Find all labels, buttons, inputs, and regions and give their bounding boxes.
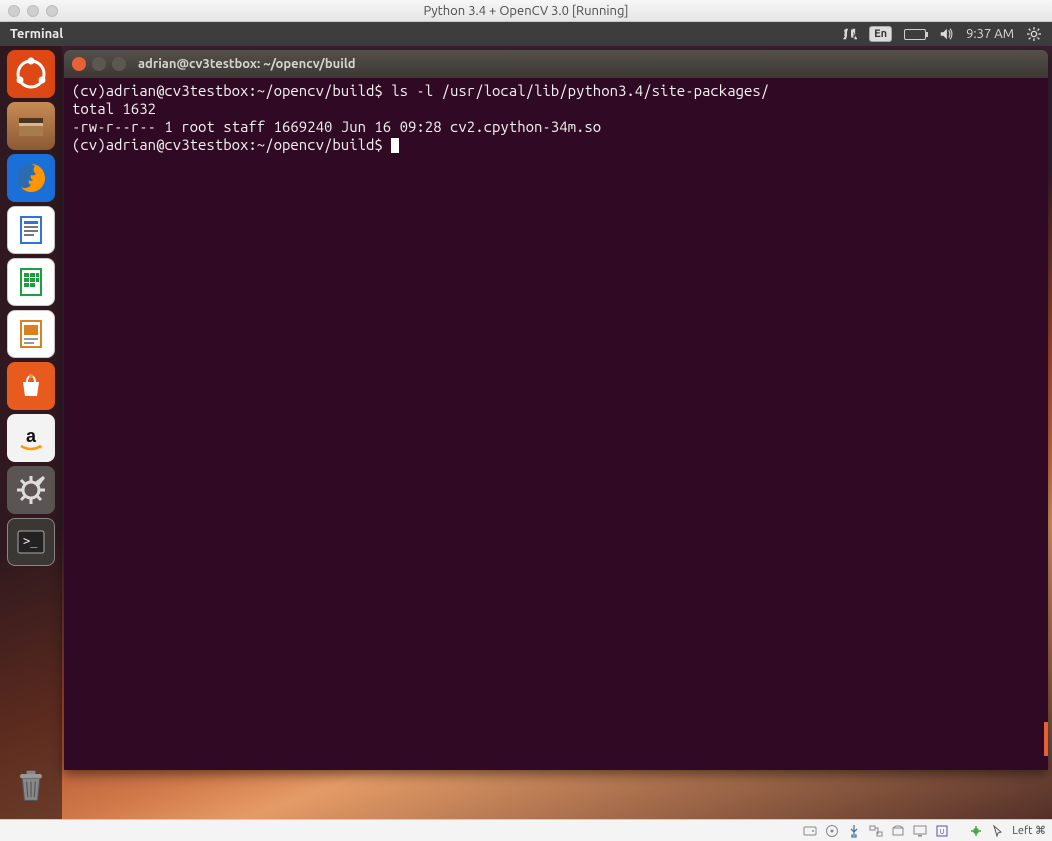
terminal-window[interactable]: adrian@cv3testbox: ~/opencv/build (cv)ad…: [64, 50, 1048, 770]
terminal-maximize-icon[interactable]: [112, 57, 126, 71]
terminal-close-icon[interactable]: [72, 57, 86, 71]
launcher-software[interactable]: [7, 362, 55, 410]
vm-net-icon[interactable]: [868, 823, 884, 839]
vm-shared-icon[interactable]: [890, 823, 906, 839]
vm-cd-icon[interactable]: [824, 823, 840, 839]
terminal-line: (cv)adrian@cv3testbox:~/opencv/build$ ls…: [72, 82, 769, 99]
launcher-dash[interactable]: [7, 50, 55, 98]
ubuntu-body: a >_: [0, 46, 1052, 819]
launcher-impress[interactable]: [7, 310, 55, 358]
vm-guest-additions-icon[interactable]: [968, 823, 984, 839]
battery-icon[interactable]: [904, 29, 926, 40]
vm-host-window: Python 3.4 + OpenCV 3.0 [Running] Termin…: [0, 0, 1052, 841]
volume-icon[interactable]: [938, 27, 954, 41]
launcher-amazon[interactable]: a: [7, 414, 55, 462]
terminal-body[interactable]: (cv)adrian@cv3testbox:~/opencv/build$ ls…: [64, 78, 1048, 770]
terminal-minimize-icon[interactable]: [92, 57, 106, 71]
mac-titlebar: Python 3.4 + OpenCV 3.0 [Running]: [0, 0, 1052, 22]
svg-text:a: a: [26, 426, 37, 446]
launcher-firefox[interactable]: [7, 154, 55, 202]
ubuntu-desktop: Terminal En 9:37 AM: [0, 22, 1052, 819]
svg-text:>_: >_: [23, 534, 38, 548]
vm-usb-icon[interactable]: [846, 823, 862, 839]
terminal-line: total 1632: [72, 100, 156, 117]
terminal-cursor: [391, 138, 399, 153]
launcher-trash[interactable]: [7, 761, 55, 809]
mac-window-title: Python 3.4 + OpenCV 3.0 [Running]: [0, 4, 1052, 18]
terminal-line: -rw-r--r-- 1 root staff 1669240 Jun 16 0…: [72, 118, 601, 135]
terminal-scrollbar-thumb[interactable]: [1044, 722, 1048, 756]
app-menu-label[interactable]: Terminal: [10, 27, 63, 41]
vm-hd-icon[interactable]: [802, 823, 818, 839]
terminal-titlebar[interactable]: adrian@cv3testbox: ~/opencv/build: [64, 50, 1048, 78]
session-gear-icon[interactable]: [1026, 27, 1042, 41]
terminal-line: (cv)adrian@cv3testbox:~/opencv/build$: [72, 136, 391, 153]
terminal-title: adrian@cv3testbox: ~/opencv/build: [138, 57, 356, 71]
vm-statusbar: U Left ⌘: [0, 819, 1052, 841]
svg-text:U: U: [940, 828, 945, 836]
network-icon[interactable]: [841, 27, 857, 41]
unity-launcher: a >_: [0, 46, 62, 819]
launcher-writer[interactable]: [7, 206, 55, 254]
vm-vrdp-icon[interactable]: U: [934, 823, 950, 839]
vm-display: Terminal En 9:37 AM: [0, 22, 1052, 819]
launcher-terminal[interactable]: >_: [7, 518, 55, 566]
ubuntu-menubar: Terminal En 9:37 AM: [0, 22, 1052, 46]
vm-host-key-label: Left ⌘: [1012, 824, 1046, 837]
launcher-files[interactable]: [7, 102, 55, 150]
clock-label[interactable]: 9:37 AM: [966, 27, 1014, 41]
vm-display-icon[interactable]: [912, 823, 928, 839]
keyboard-lang-indicator[interactable]: En: [869, 26, 892, 42]
vm-mouse-icon[interactable]: [990, 823, 1006, 839]
launcher-calc[interactable]: [7, 258, 55, 306]
launcher-settings[interactable]: [7, 466, 55, 514]
